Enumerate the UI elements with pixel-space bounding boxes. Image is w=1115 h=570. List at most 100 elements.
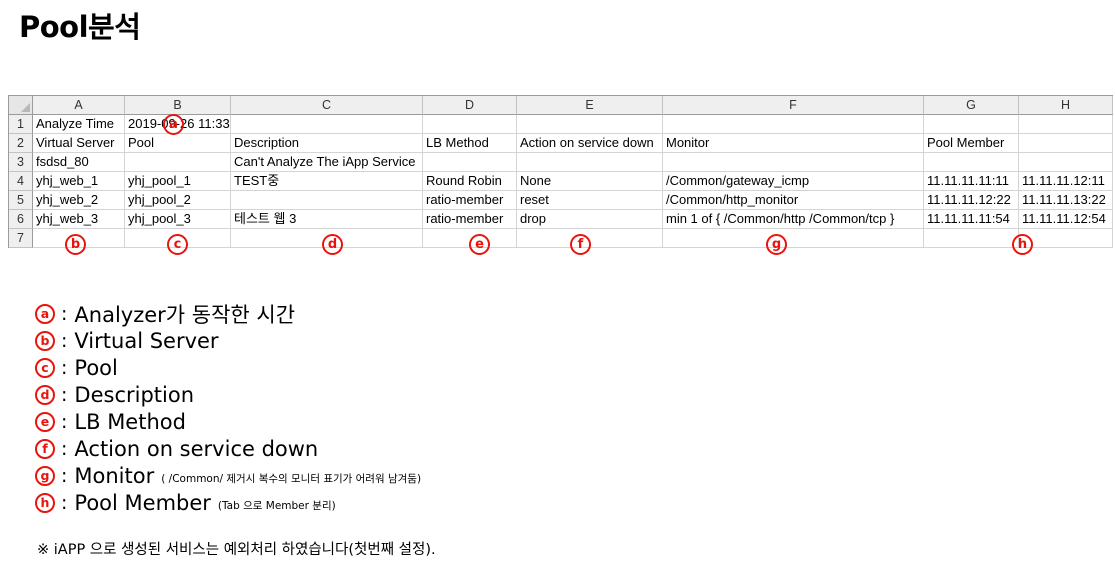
cell-a6[interactable]: yhj_web_3 bbox=[33, 210, 125, 229]
column-header-f[interactable]: F bbox=[663, 96, 924, 115]
cell-e6[interactable]: drop bbox=[517, 210, 663, 229]
cell-h4[interactable]: 11.11.11.12:11 bbox=[1019, 172, 1113, 191]
cell-a4[interactable]: yhj_web_1 bbox=[33, 172, 125, 191]
cell-c5[interactable] bbox=[231, 191, 423, 210]
cell-b3[interactable] bbox=[125, 153, 231, 172]
legend-note: (Tab 으로 Member 분리) bbox=[217, 500, 336, 512]
legend-marker: a bbox=[35, 303, 55, 324]
legend: a : Analyzer가 동작한 시간 b : Virtual Server … bbox=[35, 300, 421, 516]
cell-a5[interactable]: yhj_web_2 bbox=[33, 191, 125, 210]
cell-d1[interactable] bbox=[423, 115, 517, 134]
column-header-g[interactable]: G bbox=[924, 96, 1019, 115]
row-header[interactable]: 6 bbox=[9, 210, 33, 229]
cell-h5[interactable]: 11.11.11.13:22 bbox=[1019, 191, 1113, 210]
marker-e: e bbox=[469, 234, 490, 255]
cell-d6[interactable]: ratio-member bbox=[423, 210, 517, 229]
legend-text: Virtual Server bbox=[74, 328, 219, 353]
cell-f5[interactable]: /Common/http_monitor bbox=[663, 191, 924, 210]
cell-c2[interactable]: Description bbox=[231, 134, 423, 153]
cell-d4[interactable]: Round Robin bbox=[423, 172, 517, 191]
legend-note: ( /Common/ 제거시 복수의 모니터 표기가 어려워 남겨둠) bbox=[161, 473, 422, 485]
cell-h6[interactable]: 11.11.11.12:54 bbox=[1019, 210, 1113, 229]
row-header[interactable]: 5 bbox=[9, 191, 33, 210]
column-header-b[interactable]: B bbox=[125, 96, 231, 115]
row-header[interactable]: 4 bbox=[9, 172, 33, 191]
legend-separator: : bbox=[61, 437, 68, 460]
legend-separator: : bbox=[61, 491, 68, 514]
cell-d3[interactable] bbox=[423, 153, 517, 172]
cell-b4[interactable]: yhj_pool_1 bbox=[125, 172, 231, 191]
row-header[interactable]: 2 bbox=[9, 134, 33, 153]
cell-b6[interactable]: yhj_pool_3 bbox=[125, 210, 231, 229]
cell-h2[interactable] bbox=[1019, 134, 1113, 153]
cell-f3[interactable] bbox=[663, 153, 924, 172]
cell-g6[interactable]: 11.11.11.11:54 bbox=[924, 210, 1019, 229]
legend-item: g : Monitor ( /Common/ 제거시 복수의 모니터 표기가 어… bbox=[35, 462, 421, 489]
marker-d: d bbox=[322, 234, 343, 255]
legend-text: Action on service down bbox=[74, 436, 319, 461]
row-header[interactable]: 1 bbox=[9, 115, 33, 134]
cell-b5[interactable]: yhj_pool_2 bbox=[125, 191, 231, 210]
marker-b: b bbox=[65, 234, 86, 255]
column-header-d[interactable]: D bbox=[423, 96, 517, 115]
legend-separator: : bbox=[61, 410, 68, 433]
cell-a1[interactable]: Analyze Time bbox=[33, 115, 125, 134]
legend-item: f : Action on service down bbox=[35, 435, 421, 462]
cell-d5[interactable]: ratio-member bbox=[423, 191, 517, 210]
legend-marker: e bbox=[35, 411, 55, 432]
cell-c4[interactable]: TEST중 bbox=[231, 172, 423, 191]
row-header[interactable]: 7 bbox=[9, 229, 33, 248]
legend-marker: g bbox=[35, 465, 55, 486]
column-header-c[interactable]: C bbox=[231, 96, 423, 115]
cell-f4[interactable]: /Common/gateway_icmp bbox=[663, 172, 924, 191]
cell-f6[interactable]: min 1 of { /Common/http /Common/tcp } bbox=[663, 210, 924, 229]
cell-e1[interactable] bbox=[517, 115, 663, 134]
cell-f7[interactable] bbox=[663, 229, 924, 248]
cell-g7[interactable] bbox=[924, 229, 1019, 248]
legend-item: h : Pool Member (Tab 으로 Member 분리) bbox=[35, 489, 421, 516]
legend-separator: : bbox=[61, 329, 68, 352]
cell-f2[interactable]: Monitor bbox=[663, 134, 924, 153]
legend-item: e : LB Method bbox=[35, 408, 421, 435]
footnote: ※ iAPP 으로 생성된 서비스는 예외처리 하였습니다(첫번째 설정). bbox=[37, 542, 436, 558]
cell-b2[interactable]: Pool bbox=[125, 134, 231, 153]
cell-g5[interactable]: 11.11.11.12:22 bbox=[924, 191, 1019, 210]
cell-g4[interactable]: 11.11.11.11:11 bbox=[924, 172, 1019, 191]
marker-a: a bbox=[163, 114, 184, 135]
cell-g2[interactable]: Pool Member bbox=[924, 134, 1019, 153]
column-header-h[interactable]: H bbox=[1019, 96, 1113, 115]
cell-e4[interactable]: None bbox=[517, 172, 663, 191]
legend-text: Monitor bbox=[74, 463, 155, 488]
cell-d2[interactable]: LB Method bbox=[423, 134, 517, 153]
marker-g: g bbox=[766, 234, 787, 255]
legend-marker: d bbox=[35, 384, 55, 405]
cell-f1[interactable] bbox=[663, 115, 924, 134]
cell-c1[interactable] bbox=[231, 115, 423, 134]
select-all-corner[interactable] bbox=[9, 96, 33, 115]
legend-text: LB Method bbox=[74, 409, 186, 434]
column-header-e[interactable]: E bbox=[517, 96, 663, 115]
cell-e5[interactable]: reset bbox=[517, 191, 663, 210]
legend-text: Pool Member bbox=[74, 490, 211, 515]
marker-c: c bbox=[167, 234, 188, 255]
cell-a3[interactable]: fsdsd_80 bbox=[33, 153, 125, 172]
cell-g3[interactable] bbox=[924, 153, 1019, 172]
cell-e2[interactable]: Action on service down bbox=[517, 134, 663, 153]
row-header[interactable]: 3 bbox=[9, 153, 33, 172]
column-header-a[interactable]: A bbox=[33, 96, 125, 115]
legend-item: c : Pool bbox=[35, 354, 421, 381]
cell-c6[interactable]: 테스트 웹 3 bbox=[231, 210, 423, 229]
legend-separator: : bbox=[61, 356, 68, 379]
legend-marker: c bbox=[35, 357, 55, 378]
cell-e3[interactable] bbox=[517, 153, 663, 172]
cell-h7[interactable] bbox=[1019, 229, 1113, 248]
cell-c3[interactable]: Can't Analyze The iApp Service bbox=[231, 153, 423, 172]
page-title: Pool분석 bbox=[19, 10, 141, 44]
cell-a2[interactable]: Virtual Server bbox=[33, 134, 125, 153]
legend-marker: f bbox=[35, 438, 55, 459]
cell-g1[interactable] bbox=[924, 115, 1019, 134]
cell-h3[interactable] bbox=[1019, 153, 1113, 172]
marker-h: h bbox=[1012, 234, 1033, 255]
legend-item: d : Description bbox=[35, 381, 421, 408]
cell-h1[interactable] bbox=[1019, 115, 1113, 134]
